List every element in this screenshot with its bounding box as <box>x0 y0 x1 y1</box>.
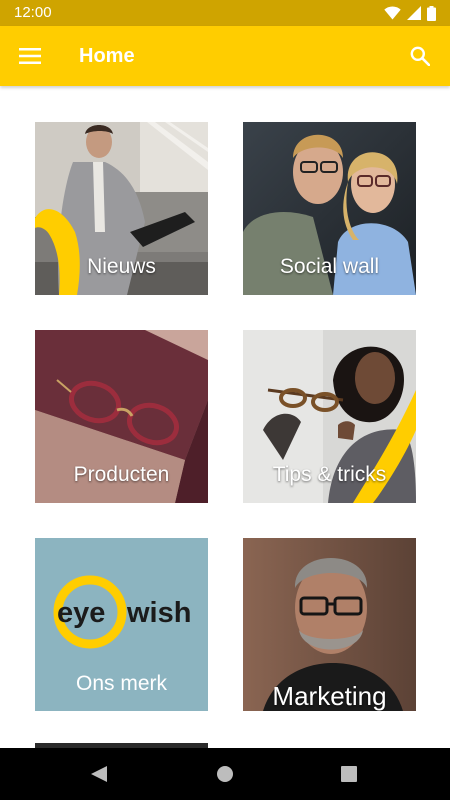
tile-marketing[interactable]: Marketing <box>243 538 416 711</box>
home-grid: Nieuws Social wall Producten Tips & tric… <box>0 86 450 748</box>
home-button[interactable] <box>209 758 241 790</box>
menu-button[interactable] <box>12 38 48 74</box>
signal-icon <box>407 6 421 20</box>
tile-label: Producten <box>73 463 170 486</box>
recents-button[interactable] <box>333 758 365 790</box>
wifi-icon <box>384 6 401 20</box>
tile-nieuws[interactable]: Nieuws <box>35 122 208 295</box>
tile-label: Tips & tricks <box>272 463 387 486</box>
page-title: Home <box>79 45 135 67</box>
home-icon <box>217 766 233 782</box>
search-button[interactable] <box>402 38 438 74</box>
tile-ons-merk[interactable]: eye wish Ons merk <box>35 538 208 711</box>
tile-producten[interactable]: Producten <box>35 330 208 503</box>
hamburger-menu-icon <box>19 48 41 64</box>
eyewish-logo-wish: wish <box>126 597 191 629</box>
status-time: 12:00 <box>14 4 52 21</box>
tile-label: Social wall <box>279 255 380 278</box>
status-icons <box>384 5 436 21</box>
back-icon <box>91 766 107 782</box>
back-button[interactable] <box>83 758 115 790</box>
search-icon <box>410 46 430 66</box>
status-bar: 12:00 <box>0 0 450 26</box>
tile-label: Ons merk <box>75 672 167 695</box>
battery-icon <box>427 5 436 21</box>
eyewish-logo-eye: eye <box>57 597 105 629</box>
system-nav-bar <box>0 748 450 800</box>
tile-tips-tricks[interactable]: Tips & tricks <box>243 330 416 503</box>
tile-social-wall[interactable]: Social wall <box>243 122 416 295</box>
recents-icon <box>341 766 357 782</box>
tile-label: Nieuws <box>87 255 156 278</box>
app-bar: Home <box>0 26 450 86</box>
tile-label: Marketing <box>272 681 387 711</box>
